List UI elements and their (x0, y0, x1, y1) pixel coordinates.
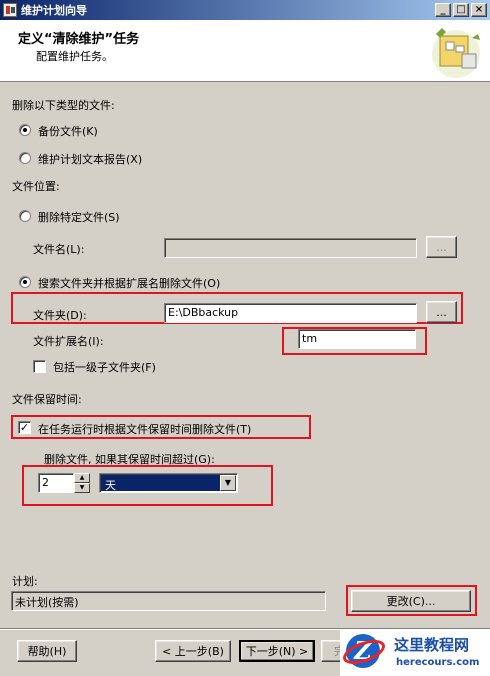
maximize-button[interactable]: □ (453, 3, 469, 17)
help-button[interactable]: 帮助(H) (17, 640, 77, 662)
back-button[interactable]: < 上一步(B) (155, 640, 231, 662)
watermark-url: herecours.com (396, 657, 480, 668)
radio-text-reports-label[interactable]: 维护计划文本报告(X) (38, 151, 142, 167)
age-unit-select[interactable]: 天 ▼ (99, 473, 238, 493)
chevron-down-icon[interactable]: ▼ (220, 475, 236, 491)
filename-input[interactable] (164, 238, 417, 258)
wizard-logo-icon (432, 28, 480, 78)
folder-label: 文件夹(D): (33, 309, 87, 322)
subfolders-label[interactable]: 包括一级子文件夹(F) (53, 359, 156, 375)
radio-backup-files[interactable] (19, 124, 31, 136)
next-button[interactable]: 下一步(N) > (239, 640, 315, 662)
file-type-heading: 删除以下类型的文件: (12, 99, 115, 112)
file-location-heading: 文件位置: (12, 180, 60, 193)
title-bar: 维护计划向导 _ □ × (0, 0, 490, 20)
radio-search-folder-label[interactable]: 搜索文件夹并根据扩展名删除文件(O) (38, 275, 220, 291)
change-schedule-button[interactable]: 更改(C)... (351, 590, 471, 612)
folder-browse-button[interactable]: ... (426, 301, 457, 323)
folder-input[interactable]: E:\DBbackup (164, 303, 417, 323)
age-stepper[interactable]: 2 ▲ ▼ (38, 473, 90, 493)
up-arrow-icon[interactable]: ▲ (74, 473, 90, 483)
extension-label: 文件扩展名(I): (33, 335, 104, 348)
subfolders-checkbox[interactable] (33, 360, 46, 373)
age-unit-value: 天 (101, 475, 220, 492)
delete-by-age-label[interactable]: 在任务运行时根据文件保留时间删除文件(T) (38, 421, 251, 437)
close-button[interactable]: × (471, 3, 487, 17)
schedule-display: 未计划(按需) (11, 591, 326, 611)
radio-text-reports[interactable] (19, 152, 31, 164)
delete-by-age-checkbox[interactable]: ✓ (18, 421, 31, 434)
wizard-header: 定义“清除维护”任务 配置维护任务。 (0, 20, 490, 82)
page-title: 定义“清除维护”任务 (18, 32, 140, 47)
radio-backup-files-label[interactable]: 备份文件(K) (38, 123, 98, 139)
watermark: Z 这里教程网 herecours.com (339, 630, 490, 676)
page-subtitle: 配置维护任务。 (36, 50, 113, 63)
minimize-button[interactable]: _ (435, 3, 451, 17)
retention-heading: 文件保留时间: (12, 393, 82, 406)
down-arrow-icon[interactable]: ▼ (74, 483, 90, 493)
filename-browse-button[interactable]: ... (426, 236, 457, 258)
filename-label: 文件名(L): (33, 243, 85, 256)
radio-specific-file[interactable] (19, 210, 31, 222)
age-stepper-arrows[interactable]: ▲ ▼ (74, 473, 90, 493)
watermark-title: 这里教程网 (394, 636, 470, 654)
radio-search-folder[interactable] (19, 276, 31, 288)
app-icon (3, 3, 17, 17)
age-value[interactable]: 2 (38, 473, 74, 493)
extension-input[interactable]: tm (298, 329, 416, 349)
window-title: 维护计划向导 (21, 4, 87, 17)
radio-specific-file-label[interactable]: 删除特定文件(S) (38, 209, 120, 225)
schedule-heading: 计划: (12, 575, 38, 588)
